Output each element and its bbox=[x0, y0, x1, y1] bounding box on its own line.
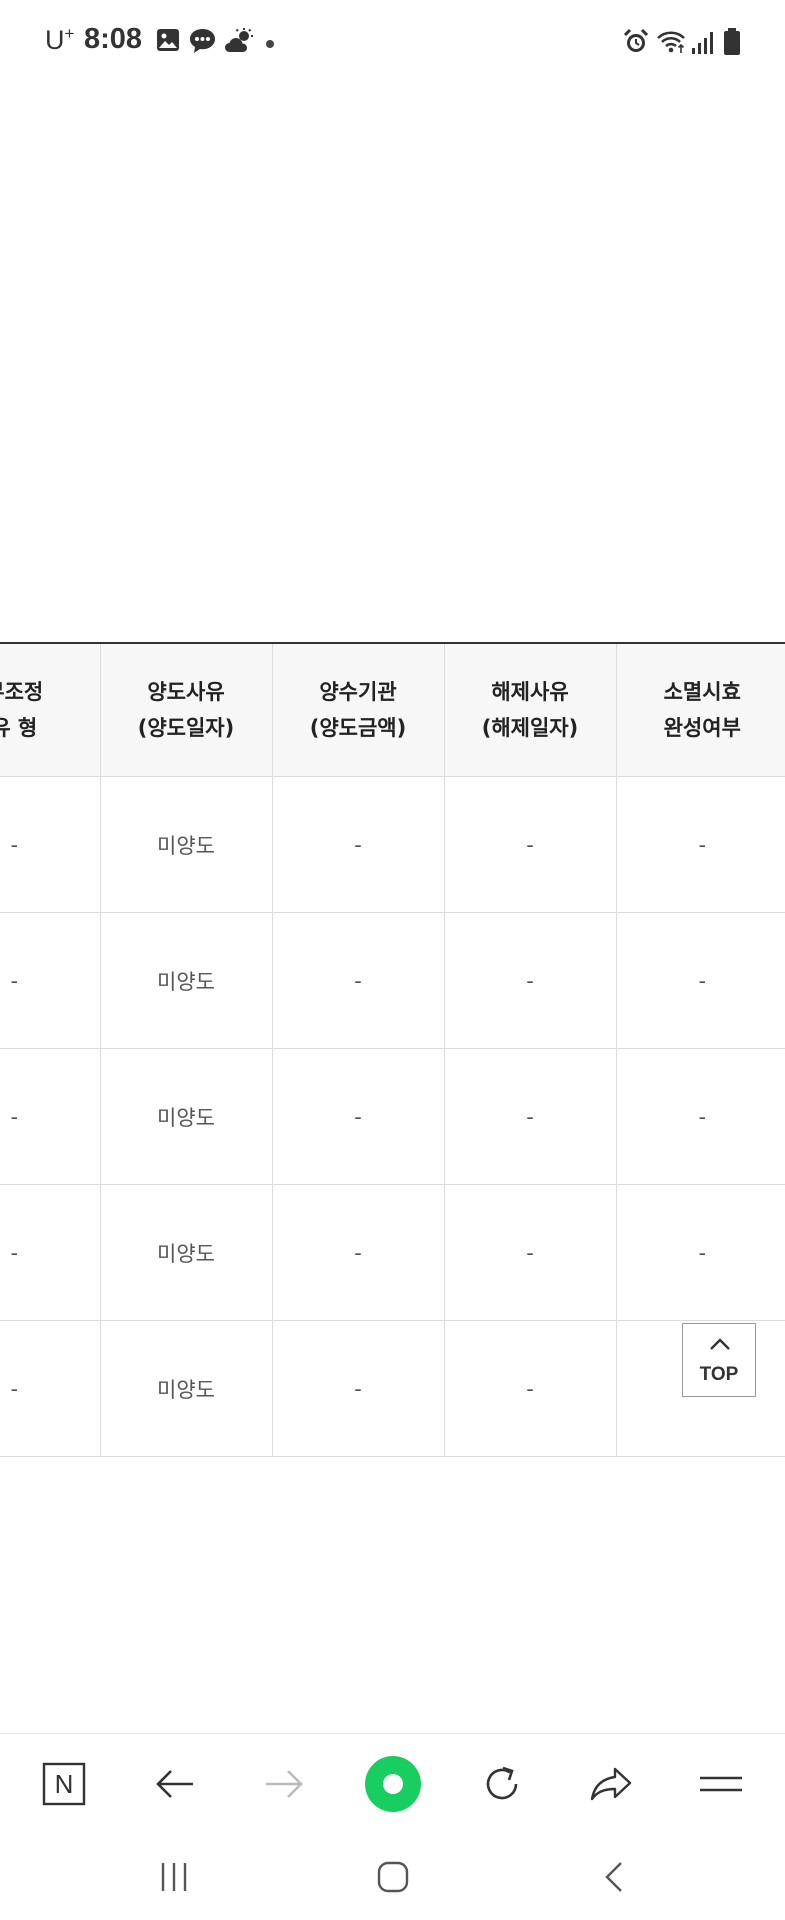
table-cell: - bbox=[0, 1184, 100, 1321]
table-header-row: 무조정유 형 양도사유(양도일자) 양수기관(양도금액) 해제사유(해제일자) … bbox=[0, 643, 785, 777]
menu-button[interactable] bbox=[671, 1734, 771, 1834]
table-cell: - bbox=[0, 912, 100, 1049]
table-cell: 미양도 bbox=[99, 1320, 272, 1457]
system-nav-bar bbox=[0, 1833, 785, 1920]
table-row: - 미양도 - - - bbox=[0, 1184, 785, 1321]
back-button[interactable] bbox=[125, 1734, 225, 1834]
table-cell: 미양도 bbox=[99, 1048, 272, 1185]
share-button[interactable] bbox=[561, 1734, 661, 1834]
table-header-cell: 양도사유 (양도일자) bbox=[99, 643, 272, 777]
gallery-icon bbox=[157, 29, 179, 51]
table-cell: - bbox=[443, 1048, 616, 1185]
table-header-cell: 소멸시효 완성여부 bbox=[615, 643, 785, 777]
svg-text:N: N bbox=[55, 1769, 74, 1799]
recent-apps-icon bbox=[161, 1862, 187, 1891]
naver-logo-icon: N bbox=[42, 1762, 86, 1806]
table-header-cell: 무조정유 형 bbox=[0, 643, 100, 777]
weather-icon bbox=[225, 28, 253, 52]
table-cell: - bbox=[0, 776, 100, 913]
wifi-icon bbox=[657, 31, 685, 53]
table-cell: 미양도 bbox=[99, 912, 272, 1049]
home-icon bbox=[377, 1861, 409, 1892]
browser-toolbar: N bbox=[0, 1733, 785, 1834]
back-nav-button[interactable] bbox=[554, 1833, 674, 1920]
table-cell: - bbox=[271, 912, 444, 1049]
chat-icon bbox=[190, 29, 215, 53]
table-cell: - bbox=[271, 1048, 444, 1185]
signal-icon bbox=[692, 32, 713, 54]
green-dot-icon bbox=[365, 1756, 421, 1812]
table-cell: - bbox=[443, 1320, 616, 1457]
table-cell: - bbox=[615, 912, 785, 1049]
table-cell: 미양도 bbox=[99, 1184, 272, 1321]
scroll-top-label: TOP bbox=[699, 1364, 739, 1385]
notification-dot-icon bbox=[266, 40, 274, 48]
status-time: 8:08 bbox=[84, 23, 143, 55]
recent-apps-button[interactable] bbox=[114, 1833, 234, 1920]
table-cell: - bbox=[0, 1320, 100, 1457]
table-header-cell: 해제사유 (해제일자) bbox=[443, 643, 616, 777]
carrier-label: U+ bbox=[45, 24, 75, 55]
table-cell: - bbox=[271, 776, 444, 913]
table-cell: - bbox=[271, 1320, 444, 1457]
status-bar: U+ 8:08 bbox=[0, 0, 785, 86]
data-table-viewport[interactable]: 무조정유 형 양도사유(양도일자) 양수기관(양도금액) 해제사유(해제일자) … bbox=[0, 642, 785, 1459]
table-cell: - bbox=[443, 1184, 616, 1321]
table-row: - 미양도 - - bbox=[0, 1320, 785, 1457]
chevron-left-icon bbox=[605, 1861, 622, 1892]
table-cell: - bbox=[615, 1048, 785, 1185]
arrow-right-icon bbox=[266, 1770, 303, 1798]
table-header-cell: 양수기관 (양도금액) bbox=[271, 643, 444, 777]
table-cell: - bbox=[615, 1184, 785, 1321]
refresh-icon bbox=[486, 1766, 518, 1800]
chevron-up-icon bbox=[710, 1338, 730, 1350]
table-cell: 미양도 bbox=[99, 776, 272, 913]
share-icon bbox=[590, 1767, 632, 1801]
forward-button[interactable] bbox=[234, 1734, 334, 1834]
data-table: 무조정유 형 양도사유(양도일자) 양수기관(양도금액) 해제사유(해제일자) … bbox=[0, 642, 785, 1457]
naver-home-button[interactable]: N bbox=[14, 1734, 114, 1834]
green-dot-button[interactable] bbox=[343, 1734, 443, 1834]
battery-icon bbox=[724, 28, 740, 55]
arrow-left-icon bbox=[156, 1770, 193, 1798]
table-row: - 미양도 - - - bbox=[0, 912, 785, 1049]
home-button[interactable] bbox=[333, 1833, 453, 1920]
table-cell: - bbox=[0, 1048, 100, 1185]
table-cell: - bbox=[615, 776, 785, 913]
table-row: - 미양도 - - - bbox=[0, 1048, 785, 1185]
refresh-button[interactable] bbox=[452, 1734, 552, 1834]
alarm-icon bbox=[623, 29, 649, 52]
table-row: - 미양도 - - - bbox=[0, 776, 785, 913]
table-cell: - bbox=[271, 1184, 444, 1321]
scroll-top-button[interactable]: TOP bbox=[682, 1323, 756, 1397]
menu-icon bbox=[700, 1776, 742, 1792]
table-cell: - bbox=[443, 776, 616, 913]
table-cell: - bbox=[443, 912, 616, 1049]
